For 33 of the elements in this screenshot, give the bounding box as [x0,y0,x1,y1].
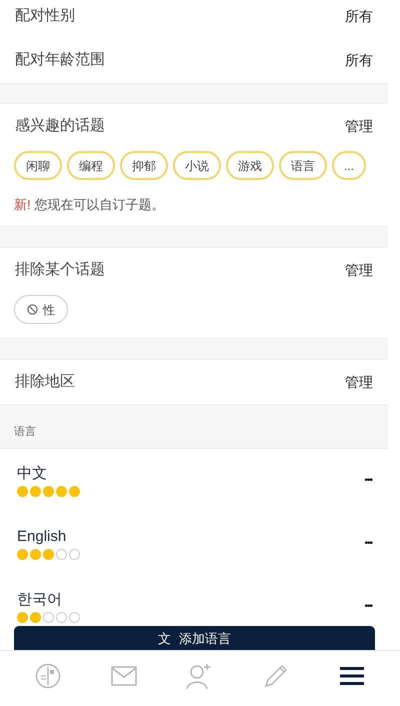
topic-chip[interactable]: ... [332,151,366,180]
new-label: 新! [14,196,31,214]
more-button[interactable]: ••• [364,599,372,614]
add-language-button[interactable]: 文 添加语言 [14,626,375,652]
setting-value[interactable]: 所有 [345,50,373,70]
setting-value[interactable]: 所有 [345,6,373,26]
language-name: 中文 [17,464,48,482]
menu-icon[interactable] [340,666,364,686]
language-name: English [17,528,68,546]
topic-chip[interactable]: 游戏 [226,151,274,180]
section-title: 排除某个话题 [15,260,105,280]
mail-icon[interactable] [111,666,137,686]
section-title: 感兴趣的话题 [15,116,105,136]
topic-chip[interactable]: 编程 [67,151,115,180]
manage-link[interactable]: 管理 [345,116,373,136]
manage-link[interactable]: 管理 [345,372,373,392]
feature-note: 您现在可以自订子题。 [34,196,165,214]
topic-chip[interactable]: 抑郁 [120,151,168,180]
language-name: 한국어 [17,590,63,608]
section-title: 排除地区 [15,372,75,392]
topic-chip[interactable]: 闲聊 [14,151,62,180]
more-button[interactable]: ••• [364,473,372,488]
setting-label: 配对性别 [15,6,75,26]
topic-chip[interactable]: 小说 [173,151,221,180]
pencil-icon[interactable] [263,662,289,688]
excluded-topic-chip[interactable]: 性 [14,295,68,324]
block-icon [27,304,38,315]
manage-link[interactable]: 管理 [345,260,373,280]
profile-card-icon[interactable] [35,662,61,688]
more-button[interactable]: ••• [364,536,372,551]
topic-chip[interactable]: 语言 [279,151,327,180]
section-header: 语言 [14,424,36,440]
setting-label: 配对年龄范围 [15,50,105,70]
